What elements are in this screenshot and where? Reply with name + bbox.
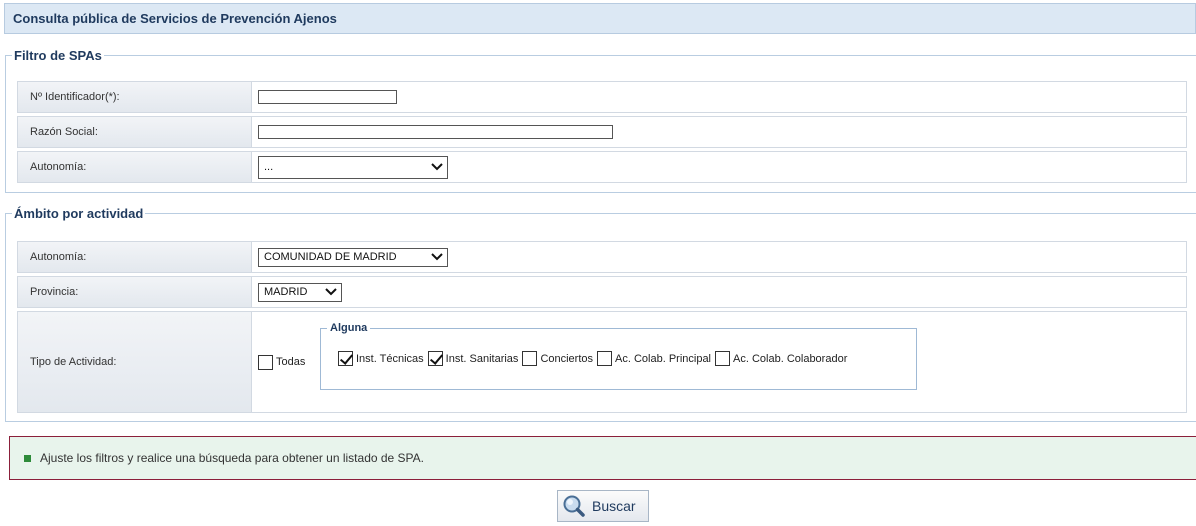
info-message: Ajuste los filtros y realice una búsqued…	[9, 436, 1196, 480]
ac-colab-principal-label: Ac. Colab. Principal	[615, 352, 712, 365]
alguna-fieldset: Alguna Inst. Técnicas Inst. Sanitarias Con…	[320, 322, 917, 390]
buscar-button[interactable]: Buscar	[557, 490, 649, 522]
filter-row-razon: Razón Social:	[17, 116, 1187, 148]
filter-autonomia-label: Autonomía:	[17, 151, 252, 183]
ambito-row-provincia: Provincia: MADRID	[17, 276, 1187, 308]
ambito-autonomia-value: COMUNIDAD DE MADRID	[264, 251, 397, 263]
filter-autonomia-value: ...	[264, 161, 274, 173]
ambito-legend: Ámbito por actividad	[14, 206, 144, 221]
provincia-label: Provincia:	[17, 276, 252, 308]
info-message-text: Ajuste los filtros y realice una búsqued…	[40, 451, 425, 465]
conciertos-label: Conciertos	[540, 352, 594, 365]
ac-colab-colaborador-checkbox[interactable]	[715, 351, 731, 366]
inst-tecnicas-checkbox[interactable]	[338, 351, 353, 366]
filter-row-autonomia: Autonomía: ...	[17, 151, 1187, 183]
inst-sanitarias-label: Inst. Sanitarias	[445, 352, 519, 365]
chevron-down-icon	[325, 288, 337, 296]
alguna-legend: Alguna	[330, 322, 368, 334]
conciertos-checkbox[interactable]	[522, 351, 538, 366]
page-header: Consulta pública de Servicios de Prevenc…	[4, 3, 1196, 34]
inst-tecnicas-label: Inst. Técnicas	[356, 352, 424, 365]
ac-colab-principal-checkbox[interactable]	[597, 351, 613, 366]
filter-row-identificador: Nº Identificador(*):	[17, 81, 1187, 113]
razon-social-input[interactable]	[258, 125, 613, 139]
buscar-label: Buscar	[592, 498, 636, 514]
todas-label: Todas	[276, 356, 306, 368]
search-icon	[563, 495, 585, 517]
tipo-actividad-label: Tipo de Actividad:	[17, 311, 252, 413]
todas-checkbox[interactable]	[258, 354, 273, 370]
provincia-value: MADRID	[264, 286, 308, 298]
filter-autonomia-select[interactable]: ...	[258, 155, 448, 179]
ambito-autonomia-select[interactable]: COMUNIDAD DE MADRID	[258, 247, 448, 267]
razon-social-label: Razón Social:	[17, 116, 252, 148]
identificador-input[interactable]	[258, 90, 397, 104]
ac-colab-colaborador-label: Ac. Colab. Colaborador	[733, 352, 848, 365]
inst-sanitarias-checkbox[interactable]	[427, 351, 443, 366]
filter-legend: Filtro de SPAs	[14, 48, 102, 63]
filter-table: Nº Identificador(*): Razón Social: Auton…	[17, 78, 1187, 186]
chevron-down-icon	[431, 253, 443, 261]
provincia-select[interactable]: MADRID	[258, 282, 342, 302]
bullet-square-icon	[24, 455, 31, 463]
ambito-autonomia-label: Autonomía:	[17, 241, 252, 273]
alguna-options: Inst. Técnicas Inst. Sanitarias Conciertos…	[338, 351, 851, 366]
page-title: Consulta pública de Servicios de Prevenc…	[13, 11, 337, 26]
chevron-down-icon	[431, 163, 443, 171]
identificador-label: Nº Identificador(*):	[17, 81, 252, 113]
ambito-row-autonomia: Autonomía: COMUNIDAD DE MADRID	[17, 241, 1187, 273]
